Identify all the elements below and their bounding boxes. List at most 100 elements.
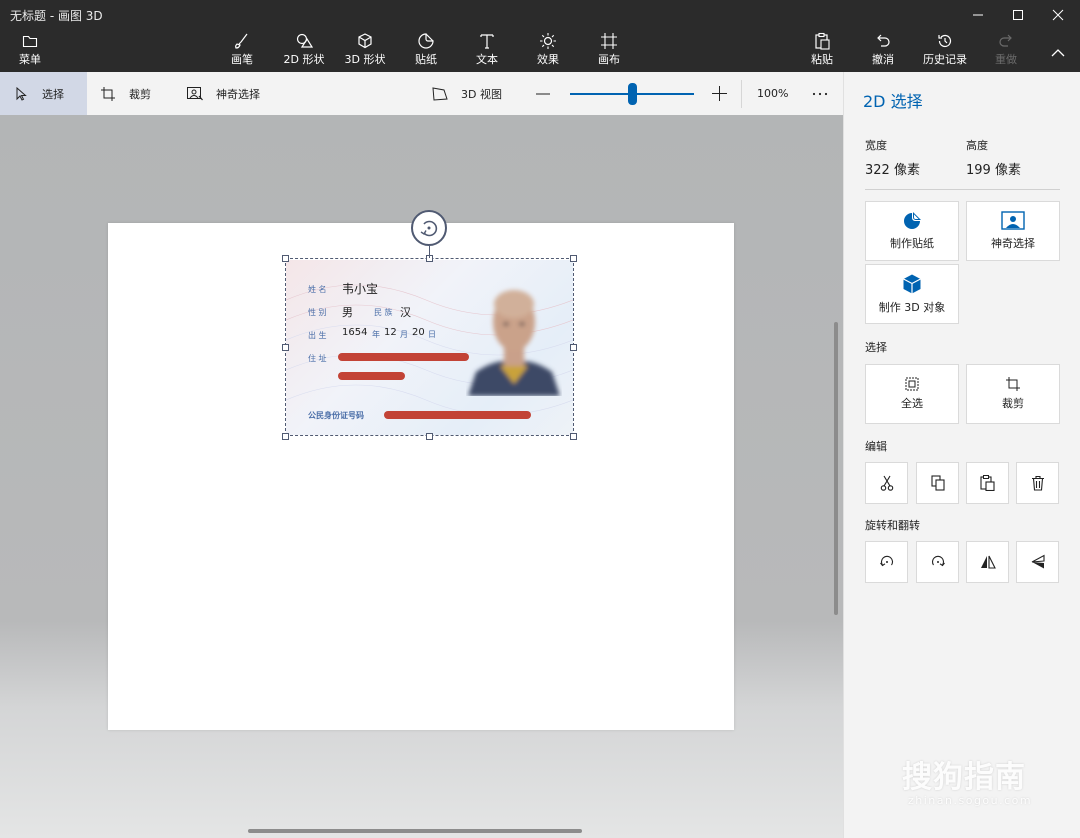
- sogou-watermark: 搜狗指南 zhinan.sogou.com: [902, 752, 1062, 807]
- select-tool-label: 选择: [42, 87, 64, 101]
- history-button[interactable]: 历史记录: [913, 32, 977, 70]
- tool-stickers-button[interactable]: 贴纸: [397, 32, 455, 70]
- zoom-out-button[interactable]: [536, 72, 550, 115]
- crop-label: 裁剪: [1002, 397, 1024, 410]
- flip-vertical-icon: [1031, 554, 1045, 569]
- resize-handle-top-right[interactable]: [570, 255, 577, 262]
- flip-vertical-button[interactable]: [1016, 541, 1059, 583]
- resize-handle-bottom-right[interactable]: [570, 433, 577, 440]
- zoom-level[interactable]: 100%: [757, 72, 788, 115]
- trash-icon: [1031, 475, 1044, 491]
- close-button[interactable]: [1038, 0, 1078, 30]
- zoom-in-button[interactable]: [712, 72, 727, 115]
- rotate-right-button[interactable]: [916, 541, 959, 583]
- toolbar-divider: [741, 80, 742, 108]
- magic-select-tool-label: 神奇选择: [216, 87, 260, 101]
- crop-icon: [101, 86, 115, 101]
- menu-button[interactable]: 菜单: [1, 32, 59, 70]
- select-all-icon: [905, 377, 919, 391]
- collapse-ribbon-button[interactable]: [1038, 38, 1078, 68]
- minimize-button[interactable]: [958, 0, 998, 30]
- text-icon: [478, 32, 496, 50]
- rotate-left-button[interactable]: [865, 541, 908, 583]
- make-sticker-button[interactable]: 制作贴纸: [865, 201, 959, 261]
- 3d-view-button[interactable]: 3D 视图: [432, 72, 502, 115]
- resize-handle-bottom-left[interactable]: [282, 433, 289, 440]
- rotate-right-icon: [931, 555, 945, 567]
- cut-button[interactable]: [865, 462, 908, 504]
- paste-button-panel[interactable]: [966, 462, 1009, 504]
- resize-handle-right[interactable]: [570, 344, 577, 351]
- resize-handle-left[interactable]: [282, 344, 289, 351]
- vertical-scrollbar[interactable]: [834, 322, 838, 615]
- magic-select-tool-button[interactable]: 神奇选择: [187, 72, 260, 115]
- redo-icon: [997, 32, 1015, 50]
- panel-divider: [865, 189, 1060, 190]
- delete-button[interactable]: [1016, 462, 1059, 504]
- tool-text-label: 文本: [476, 53, 498, 66]
- crop-button[interactable]: 裁剪: [966, 364, 1060, 424]
- tool-brush-button[interactable]: 画笔: [213, 32, 271, 70]
- minimize-icon: [973, 14, 983, 16]
- undo-icon: [874, 32, 892, 50]
- width-value[interactable]: 322 像素: [865, 159, 920, 178]
- scissors-icon: [880, 475, 893, 491]
- resize-handle-bottom[interactable]: [426, 433, 433, 440]
- rotate-handle[interactable]: [411, 210, 447, 246]
- undo-label: 撤消: [872, 53, 894, 66]
- tool-effects-button[interactable]: 效果: [519, 32, 577, 70]
- undo-button[interactable]: 撤消: [854, 32, 912, 70]
- selection-box[interactable]: [285, 258, 574, 436]
- select-tool-button[interactable]: 选择: [0, 72, 87, 115]
- menu-label: 菜单: [19, 53, 41, 66]
- tool-stickers-label: 贴纸: [415, 53, 437, 66]
- rotate-handle-stem: [429, 246, 430, 258]
- copy-button[interactable]: [916, 462, 959, 504]
- chevron-up-icon: [1051, 49, 1065, 57]
- crop-tool-button[interactable]: 裁剪: [101, 72, 151, 115]
- zoom-slider-thumb[interactable]: [627, 83, 637, 105]
- height-value[interactable]: 199 像素: [966, 159, 1021, 178]
- redo-button[interactable]: 重做: [977, 32, 1035, 70]
- horizontal-scrollbar[interactable]: [248, 829, 582, 833]
- maximize-icon: [1013, 10, 1023, 20]
- magic-select-button[interactable]: 神奇选择: [966, 201, 1060, 261]
- make-3d-object-button[interactable]: 制作 3D 对象: [865, 264, 959, 324]
- redo-label: 重做: [995, 53, 1017, 66]
- select-all-label: 全选: [901, 397, 923, 410]
- secondary-toolbar: 选择 裁剪 神奇选择 3D 视图 100%: [0, 72, 843, 115]
- crop-tool-label: 裁剪: [129, 87, 151, 101]
- paste-icon: [813, 32, 831, 50]
- tool-3d-shapes-button[interactable]: 3D 形状: [336, 32, 394, 70]
- history-label: 历史记录: [923, 53, 967, 66]
- cube-icon: [356, 32, 374, 50]
- cursor-icon: [14, 86, 28, 101]
- canvas-icon: [600, 32, 618, 50]
- resize-handle-top-left[interactable]: [282, 255, 289, 262]
- shapes-2d-icon: [295, 32, 313, 50]
- flip-horizontal-button[interactable]: [966, 541, 1009, 583]
- tool-2d-shapes-label: 2D 形状: [283, 53, 325, 66]
- maximize-button[interactable]: [998, 0, 1038, 30]
- rotate-flip-section-label: 旋转和翻转: [865, 519, 920, 532]
- more-options-button[interactable]: [812, 72, 828, 115]
- 3d-view-icon: [432, 86, 448, 101]
- make-3d-object-label: 制作 3D 对象: [878, 301, 946, 314]
- paste-button[interactable]: 粘贴: [793, 32, 851, 70]
- magic-select-label: 神奇选择: [991, 237, 1035, 250]
- history-icon: [936, 32, 954, 50]
- tool-canvas-button[interactable]: 画布: [580, 32, 638, 70]
- flip-horizontal-icon: [980, 555, 996, 569]
- edit-section-label: 编辑: [865, 440, 887, 453]
- ellipsis-icon: [812, 92, 828, 95]
- tool-canvas-label: 画布: [598, 53, 620, 66]
- select-all-button[interactable]: 全选: [865, 364, 959, 424]
- tool-3d-shapes-label: 3D 形状: [344, 53, 386, 66]
- watermark-url: zhinan.sogou.com: [908, 794, 1033, 807]
- title-ribbon-bar: 无标题 - 画图 3D 菜单 画笔 2D 形状 3D 形状 贴纸 文本 效果 画…: [0, 0, 1080, 72]
- tool-text-button[interactable]: 文本: [458, 32, 516, 70]
- tool-2d-shapes-button[interactable]: 2D 形状: [275, 32, 333, 70]
- rotate-icon: [420, 220, 438, 237]
- sun-icon: [539, 32, 557, 50]
- plus-icon: [712, 86, 727, 101]
